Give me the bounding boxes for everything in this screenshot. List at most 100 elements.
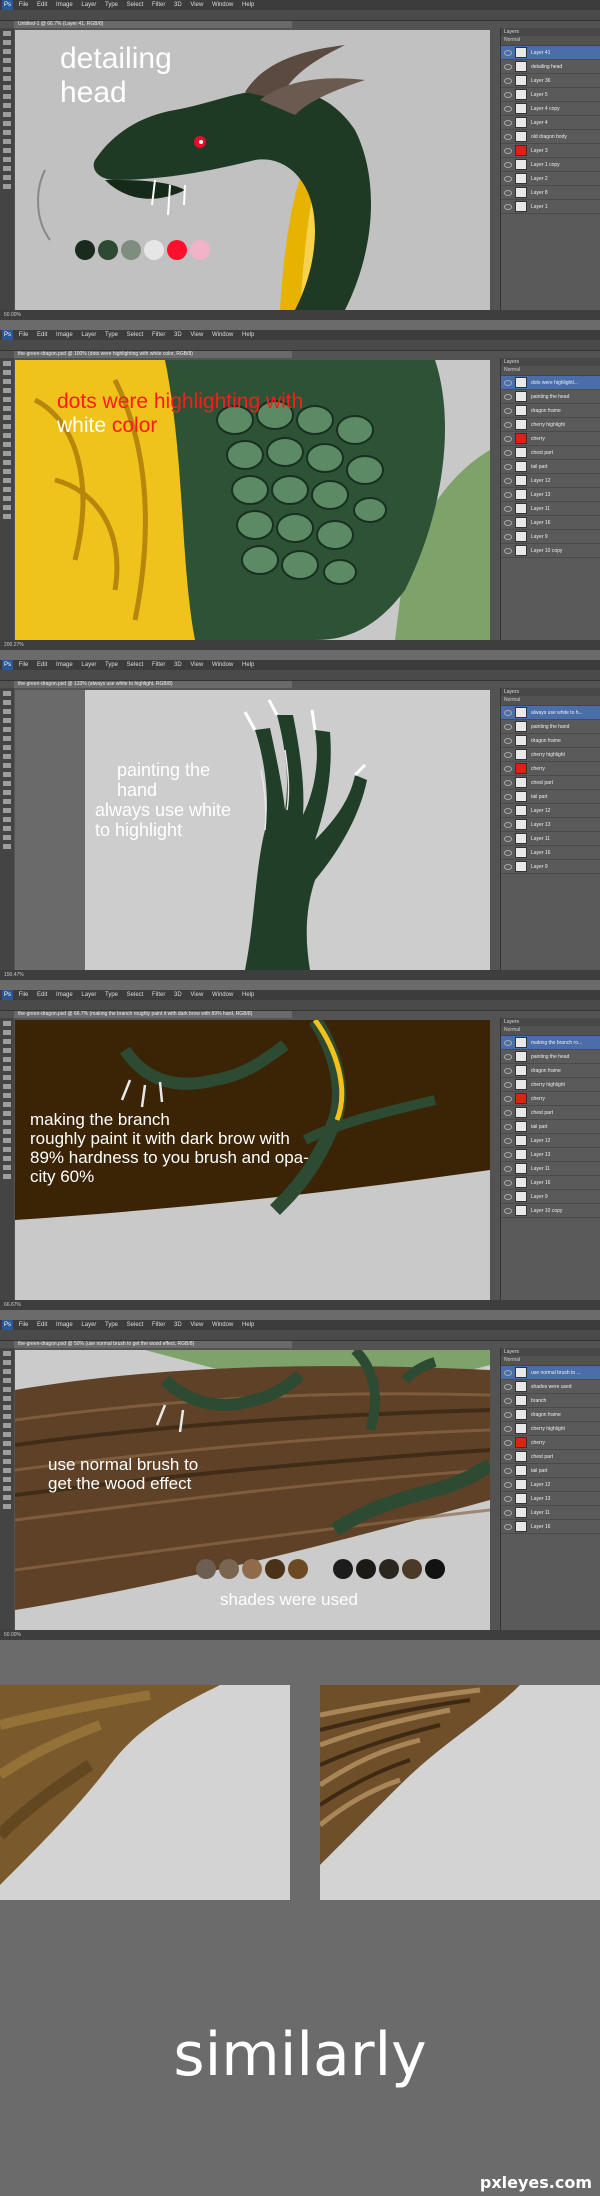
blend-mode-select[interactable]: Normal <box>501 36 600 46</box>
layer-row[interactable]: chest part <box>501 776 600 790</box>
eye-icon[interactable] <box>504 1039 512 1046</box>
menu-view[interactable]: View <box>190 2 203 8</box>
layer-row[interactable]: Layer 16 <box>501 516 600 530</box>
layer-row[interactable]: Layer 11 <box>501 1506 600 1520</box>
menu-3d[interactable]: 3D <box>174 332 182 338</box>
options-bar[interactable] <box>0 670 600 681</box>
layer-row[interactable]: cherry highlight <box>501 1078 600 1092</box>
pen-tool-icon[interactable] <box>3 1459 11 1464</box>
eye-icon[interactable] <box>504 765 512 772</box>
eye-icon[interactable] <box>504 147 512 154</box>
eye-icon[interactable] <box>504 1109 512 1116</box>
layer-row[interactable]: Layer 13 <box>501 488 600 502</box>
tools-panel[interactable] <box>0 1018 14 1300</box>
menu-edit[interactable]: Edit <box>37 662 47 668</box>
layers-panel-title[interactable]: Layers <box>501 28 600 36</box>
menu-window[interactable]: Window <box>212 1322 233 1328</box>
document-tab[interactable]: the-green-dragon.psd @ 100% (dots were h… <box>14 351 292 358</box>
document-tab[interactable]: the-green-dragon.psd @ 50% (use normal b… <box>14 1341 292 1348</box>
eye-icon[interactable] <box>504 1467 512 1474</box>
menu-layer[interactable]: Layer <box>81 1322 96 1328</box>
layer-row[interactable]: Layer 13 <box>501 1148 600 1162</box>
move-tool-icon[interactable] <box>3 1021 11 1026</box>
eye-icon[interactable] <box>504 1481 512 1488</box>
crop-tool-icon[interactable] <box>3 718 11 723</box>
zoom-tool-icon[interactable] <box>3 1504 11 1509</box>
zoom-level[interactable]: 150.47% <box>4 972 24 978</box>
eye-icon[interactable] <box>504 1207 512 1214</box>
eye-icon[interactable] <box>504 547 512 554</box>
hand-tool-icon[interactable] <box>3 1165 11 1170</box>
eye-icon[interactable] <box>504 161 512 168</box>
layer-row[interactable]: old dragon body <box>501 130 600 144</box>
layer-row[interactable]: cherry <box>501 762 600 776</box>
menu-layer[interactable]: Layer <box>81 332 96 338</box>
layer-row[interactable]: cherry highlight <box>501 748 600 762</box>
blend-mode-select[interactable]: Normal <box>501 1356 600 1366</box>
eyedropper-tool-icon[interactable] <box>3 1387 11 1392</box>
eye-icon[interactable] <box>504 435 512 442</box>
layer-row[interactable]: Layer 9 <box>501 1190 600 1204</box>
layer-row[interactable]: Layer 8 <box>501 186 600 200</box>
layers-panel[interactable]: Layers Normal use normal brush to ... sh… <box>500 1348 600 1630</box>
layer-row[interactable]: Layer 16 <box>501 1520 600 1534</box>
menu-edit[interactable]: Edit <box>37 2 47 8</box>
layer-row[interactable]: painting the head <box>501 1050 600 1064</box>
eye-icon[interactable] <box>504 1193 512 1200</box>
options-bar[interactable] <box>0 1330 600 1341</box>
history-brush-icon[interactable] <box>3 763 11 768</box>
eyedropper-tool-icon[interactable] <box>3 67 11 72</box>
history-brush-icon[interactable] <box>3 433 11 438</box>
menu-filter[interactable]: Filter <box>152 1322 165 1328</box>
eye-icon[interactable] <box>504 1067 512 1074</box>
stamp-tool-icon[interactable] <box>3 424 11 429</box>
menu-window[interactable]: Window <box>212 332 233 338</box>
hand-tool-icon[interactable] <box>3 505 11 510</box>
eye-icon[interactable] <box>504 519 512 526</box>
eye-icon[interactable] <box>504 393 512 400</box>
layers-panel[interactable]: Layers Normal making the branch ro... pa… <box>500 1018 600 1300</box>
eye-icon[interactable] <box>504 1369 512 1376</box>
menu-filter[interactable]: Filter <box>152 992 165 998</box>
tools-panel[interactable] <box>0 358 14 640</box>
eye-icon[interactable] <box>504 1411 512 1418</box>
menu-3d[interactable]: 3D <box>174 992 182 998</box>
layer-row[interactable]: Layer 36 <box>501 74 600 88</box>
document-tab[interactable]: Untitled-1 @ 66.7% (Layer 41, RGB/8) <box>14 21 292 28</box>
brush-tool-icon[interactable] <box>3 1405 11 1410</box>
canvas[interactable]: making the branch roughly paint it with … <box>15 1020 490 1300</box>
eye-icon[interactable] <box>504 821 512 828</box>
layers-panel-title[interactable]: Layers <box>501 688 600 696</box>
gradient-tool-icon[interactable] <box>3 1111 11 1116</box>
shape-tool-icon[interactable] <box>3 166 11 171</box>
layer-row[interactable]: Layer 1 copy <box>501 158 600 172</box>
eye-icon[interactable] <box>504 449 512 456</box>
menu-3d[interactable]: 3D <box>174 662 182 668</box>
menu-file[interactable]: File <box>19 662 29 668</box>
path-tool-icon[interactable] <box>3 817 11 822</box>
layer-row[interactable]: Layer 9 <box>501 530 600 544</box>
eye-icon[interactable] <box>504 505 512 512</box>
layers-panel[interactable]: Layers Normal always use white to h... p… <box>500 688 600 970</box>
eye-icon[interactable] <box>504 189 512 196</box>
layer-row[interactable]: Layer 4 <box>501 116 600 130</box>
move-tool-icon[interactable] <box>3 1351 11 1356</box>
eyedropper-tool-icon[interactable] <box>3 397 11 402</box>
layer-row[interactable]: tail part <box>501 1120 600 1134</box>
eye-icon[interactable] <box>504 1523 512 1530</box>
layer-row[interactable]: Layer 11 <box>501 1162 600 1176</box>
shape-tool-icon[interactable] <box>3 496 11 501</box>
tools-panel[interactable] <box>0 28 14 310</box>
eye-icon[interactable] <box>504 807 512 814</box>
layer-row[interactable]: Layer 13 <box>501 818 600 832</box>
menu-type[interactable]: Type <box>105 992 118 998</box>
eye-icon[interactable] <box>504 533 512 540</box>
healing-tool-icon[interactable] <box>3 76 11 81</box>
layer-row[interactable]: tail part <box>501 460 600 474</box>
crop-tool-icon[interactable] <box>3 1378 11 1383</box>
eye-icon[interactable] <box>504 835 512 842</box>
menu-edit[interactable]: Edit <box>37 332 47 338</box>
menu-file[interactable]: File <box>19 992 29 998</box>
lasso-tool-icon[interactable] <box>3 379 11 384</box>
layer-row[interactable]: making the branch ro... <box>501 1036 600 1050</box>
